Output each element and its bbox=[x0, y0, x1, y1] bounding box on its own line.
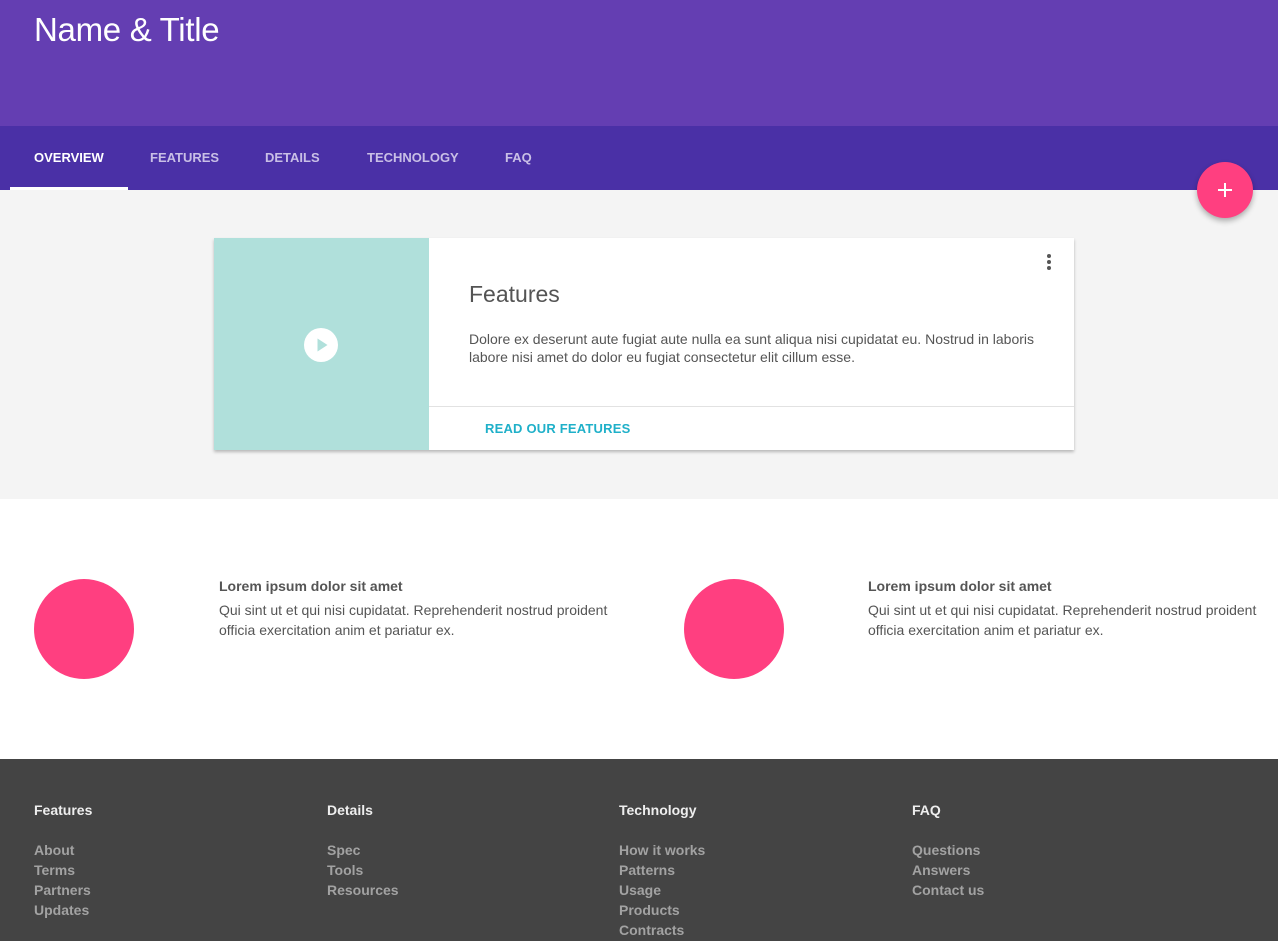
footer-link-updates[interactable]: Updates bbox=[34, 900, 91, 920]
plus-icon bbox=[1218, 183, 1232, 197]
footer-links: How it works Patterns Usage Products Con… bbox=[619, 840, 705, 940]
read-features-button[interactable]: READ OUR FEATURES bbox=[485, 421, 630, 436]
feature-image bbox=[684, 579, 784, 679]
footer-links: About Terms Partners Updates bbox=[34, 840, 91, 920]
footer-links: Spec Tools Resources bbox=[327, 840, 399, 900]
app-header: Name & Title bbox=[0, 0, 1278, 126]
feature-image bbox=[34, 579, 134, 679]
card-heading: Features bbox=[469, 281, 560, 307]
footer-link-contracts[interactable]: Contracts bbox=[619, 920, 705, 940]
footer-link-how-it-works[interactable]: How it works bbox=[619, 840, 705, 860]
card-media bbox=[214, 238, 429, 450]
footer-link-terms[interactable]: Terms bbox=[34, 860, 91, 880]
footer-link-usage[interactable]: Usage bbox=[619, 880, 705, 900]
footer-link-spec[interactable]: Spec bbox=[327, 840, 399, 860]
tab-technology[interactable]: Technology bbox=[343, 126, 483, 190]
footer-heading: Technology bbox=[619, 802, 697, 818]
footer-link-patterns[interactable]: Patterns bbox=[619, 860, 705, 880]
footer-links: Questions Answers Contact us bbox=[912, 840, 984, 900]
features-section: Lorem ipsum dolor sit amet Qui sint ut e… bbox=[0, 499, 1278, 759]
footer-link-questions[interactable]: Questions bbox=[912, 840, 984, 860]
feature-text: Qui sint ut et qui nisi cupidatat. Repre… bbox=[868, 602, 1257, 638]
features-card: Features Dolore ex deserunt aute fugiat … bbox=[214, 238, 1074, 450]
tab-bar: Overview Features Details Technology FAQ bbox=[0, 126, 1278, 190]
add-button[interactable] bbox=[1197, 162, 1253, 218]
footer-link-tools[interactable]: Tools bbox=[327, 860, 399, 880]
tab-details[interactable]: Details bbox=[241, 126, 344, 190]
card-body: Dolore ex deserunt aute fugiat aute null… bbox=[469, 331, 1035, 365]
tab-overview[interactable]: Overview bbox=[10, 126, 128, 190]
feature-title: Lorem ipsum dolor sit amet bbox=[868, 578, 1052, 594]
footer-link-contact-us[interactable]: Contact us bbox=[912, 880, 984, 900]
footer-heading: Features bbox=[34, 802, 93, 818]
footer-link-partners[interactable]: Partners bbox=[34, 880, 91, 900]
footer-link-about[interactable]: About bbox=[34, 840, 91, 860]
tab-features[interactable]: Features bbox=[126, 126, 243, 190]
footer-link-answers[interactable]: Answers bbox=[912, 860, 984, 880]
footer-heading: Details bbox=[327, 802, 373, 818]
tab-faq[interactable]: FAQ bbox=[481, 126, 556, 190]
footer-link-resources[interactable]: Resources bbox=[327, 880, 399, 900]
play-icon[interactable] bbox=[304, 328, 338, 362]
footer-heading: FAQ bbox=[912, 802, 941, 818]
feature-title: Lorem ipsum dolor sit amet bbox=[219, 578, 403, 594]
feature-text: Qui sint ut et qui nisi cupidatat. Repre… bbox=[219, 602, 608, 638]
card-divider bbox=[429, 406, 1074, 407]
page-title: Name & Title bbox=[34, 11, 220, 48]
footer-link-products[interactable]: Products bbox=[619, 900, 705, 920]
more-vert-icon[interactable] bbox=[1043, 252, 1055, 272]
site-footer: Features About Terms Partners Updates De… bbox=[0, 759, 1278, 941]
